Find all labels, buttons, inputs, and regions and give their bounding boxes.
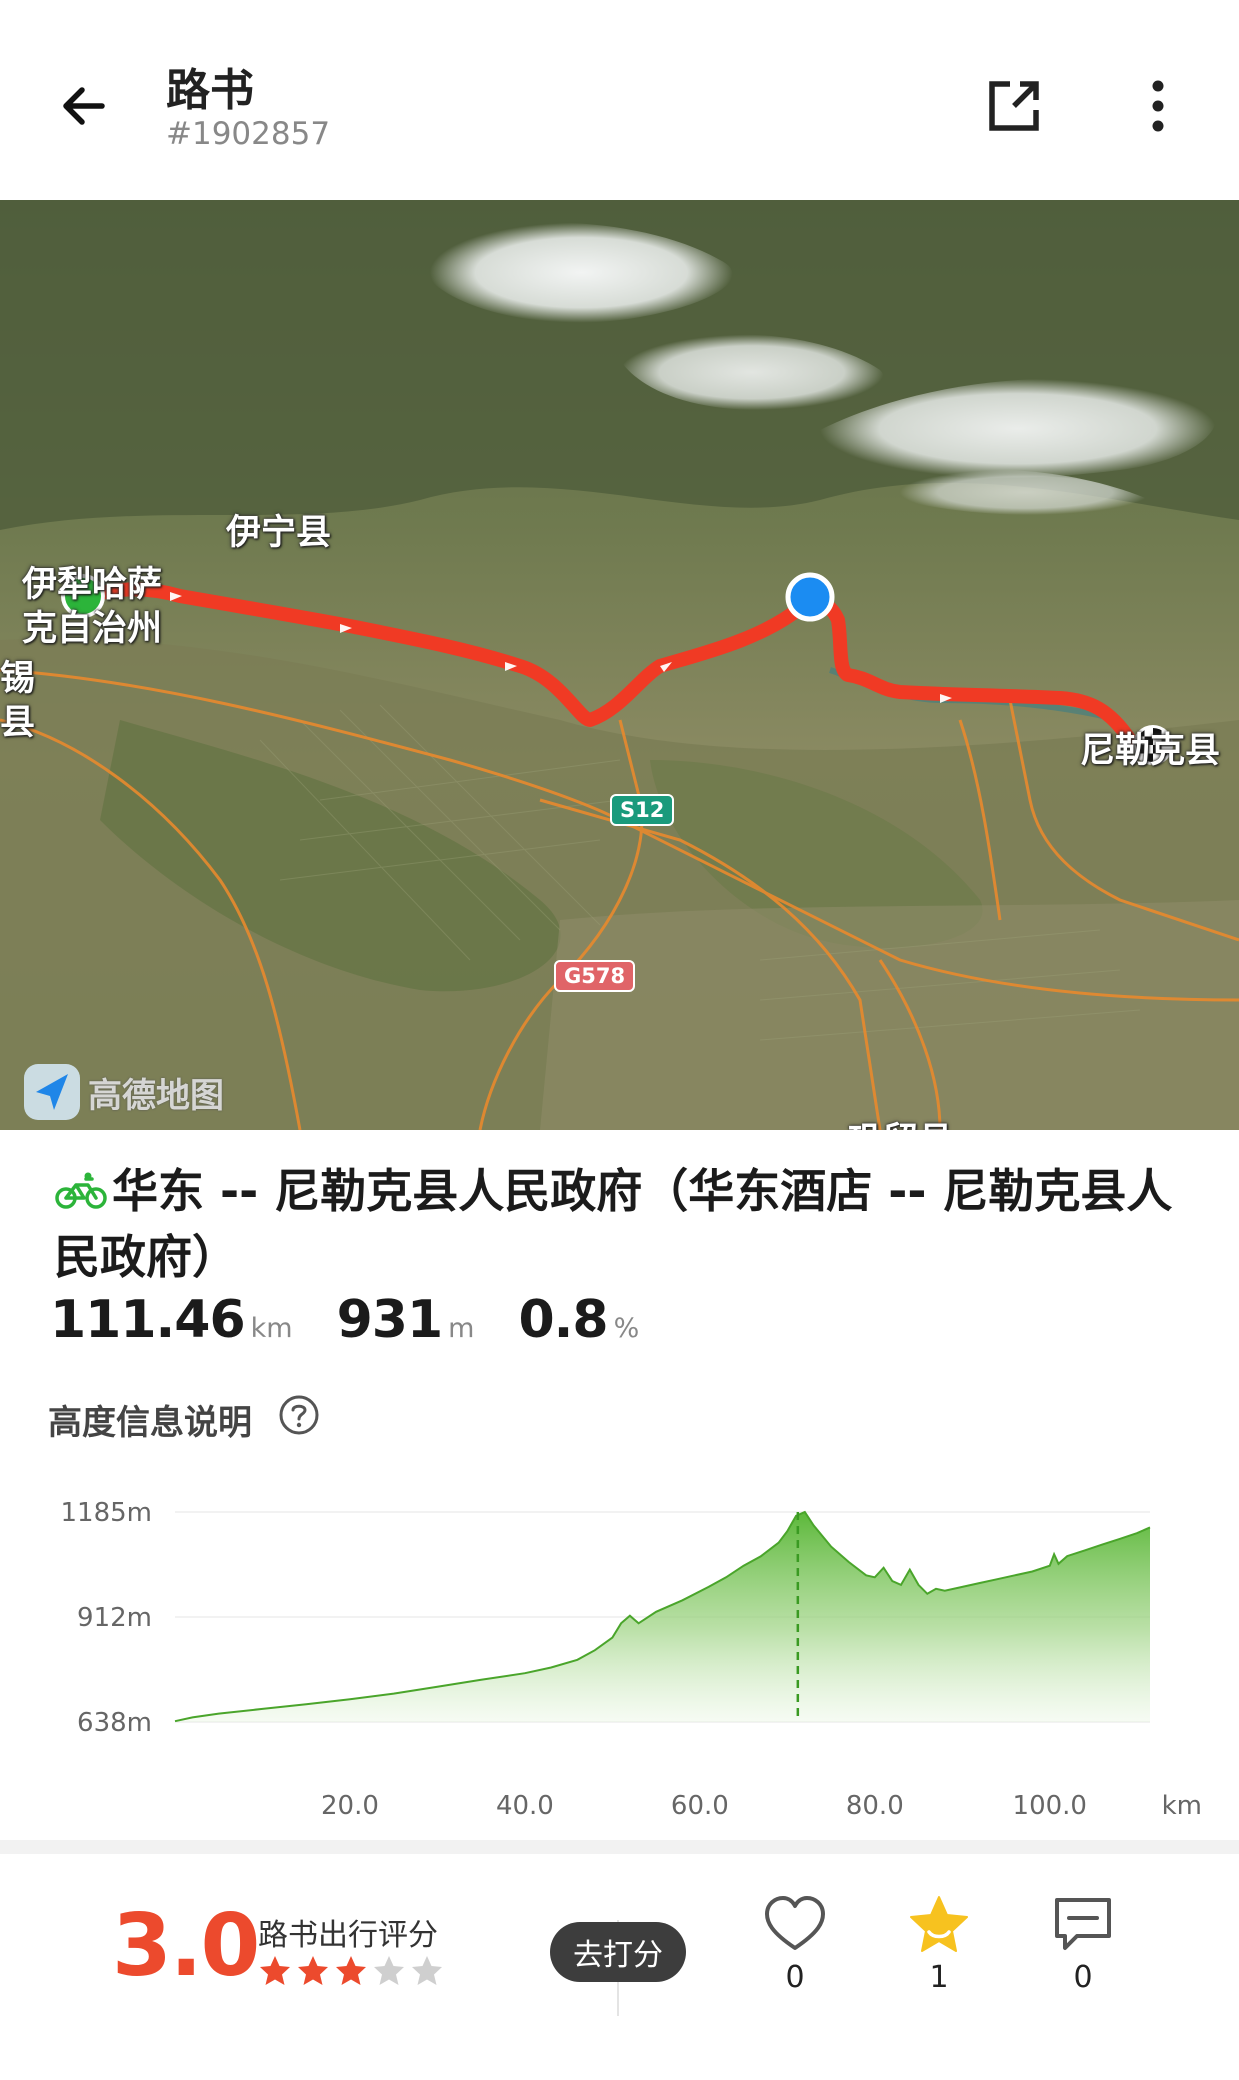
like-count: 0	[785, 1960, 805, 1995]
map-label-yili-line2: 克自治州	[22, 609, 163, 649]
route-title-text: 华东 -- 尼勒克县人民政府（华东酒店 -- 尼勒克县人民政府）	[54, 1164, 1173, 1284]
page-title: 路书	[166, 65, 254, 116]
favorite-count: 1	[929, 1960, 949, 1995]
y-tick-label: 638m	[77, 1708, 152, 1738]
rate-button[interactable]: 去打分	[550, 1922, 686, 1982]
star-empty-icon	[412, 1956, 442, 1985]
rating-stars	[258, 1954, 444, 1988]
share-button[interactable]	[978, 70, 1050, 142]
road-badge-g578: G578	[554, 960, 636, 992]
x-tick-label: 80.0	[846, 1791, 904, 1821]
more-options-button[interactable]	[1122, 70, 1194, 142]
share-external-icon	[989, 81, 1039, 131]
comment-count: 0	[1073, 1960, 1093, 1995]
road-badge-s12: S12	[610, 794, 675, 826]
like-button[interactable]: 0	[740, 1894, 850, 2044]
map-label-nileke: 尼勒克县	[1080, 731, 1221, 771]
bottom-action-bar: 3.0 路书出行评分 去打分 0 1 0	[0, 1854, 1239, 2080]
bicycle-icon	[54, 1164, 108, 1226]
star-filled-icon	[298, 1956, 328, 1985]
x-tick-label: 20.0	[321, 1791, 379, 1821]
star-empty-icon	[374, 1956, 404, 1985]
rating-score: 3.0	[112, 1896, 260, 1996]
more-vertical-icon	[1152, 80, 1164, 132]
route-map[interactable]: 伊宁县 伊犁哈萨 克自治州 锡 县 尼勒克县 巩留县 S12 G578 高德地图	[0, 200, 1239, 1130]
x-tick-label: 100.0	[1013, 1791, 1087, 1821]
map-label-yining-county: 伊宁县	[226, 513, 332, 553]
back-button[interactable]	[48, 70, 120, 142]
route-stats: 111.46 km 931 m 0.8 %	[50, 1290, 683, 1350]
top-app-bar: 路书 #1902857	[0, 0, 1239, 200]
elevation-info-label: 高度信息说明	[48, 1403, 252, 1443]
y-axis-labels: 1185m 912m 638m	[61, 1498, 153, 1738]
route-id: #1902857	[166, 116, 331, 152]
distance-value: 111.46	[50, 1290, 246, 1350]
amap-logo-text: 高德地图	[88, 1075, 224, 1116]
comment-icon	[1055, 1898, 1111, 1950]
amap-logo: 高德地图	[22, 1062, 224, 1122]
star-filled-icon	[260, 1956, 290, 1985]
comment-button[interactable]: 0	[1028, 1894, 1138, 2044]
amap-logo-icon	[24, 1064, 80, 1120]
elevation-chart[interactable]: 1185m 912m 638m 20.0 40.0 60.0 80.0 100.0 km	[0, 1470, 1239, 1830]
y-tick-label: 912m	[77, 1603, 152, 1633]
x-tick-label: 40.0	[496, 1791, 554, 1821]
x-unit-label: km	[1162, 1791, 1202, 1821]
favorite-button[interactable]: 1	[884, 1894, 994, 2044]
help-icon[interactable]	[278, 1394, 320, 1436]
rating-label: 路书出行评分	[258, 1918, 438, 1953]
climb-value: 931	[336, 1290, 444, 1350]
back-arrow-icon	[63, 87, 105, 125]
y-tick-label: 1185m	[61, 1498, 153, 1528]
map-label-county-fragment: 县	[0, 703, 36, 743]
route-title: 华东 -- 尼勒克县人民政府（华东酒店 -- 尼勒克县人民政府）	[54, 1160, 1194, 1288]
map-label-gongliu: 巩留县	[848, 1112, 953, 1130]
star-filled-icon	[336, 1956, 366, 1985]
x-axis-labels: 20.0 40.0 60.0 80.0 100.0 km	[321, 1791, 1202, 1821]
distance-unit: km	[250, 1313, 293, 1344]
star-icon	[910, 1896, 968, 1952]
climb-unit: m	[448, 1313, 475, 1344]
heart-icon	[765, 1896, 825, 1950]
grade-unit: %	[613, 1313, 640, 1344]
x-tick-label: 60.0	[671, 1791, 729, 1821]
grade-value: 0.8	[518, 1290, 608, 1350]
section-divider	[0, 1840, 1239, 1854]
